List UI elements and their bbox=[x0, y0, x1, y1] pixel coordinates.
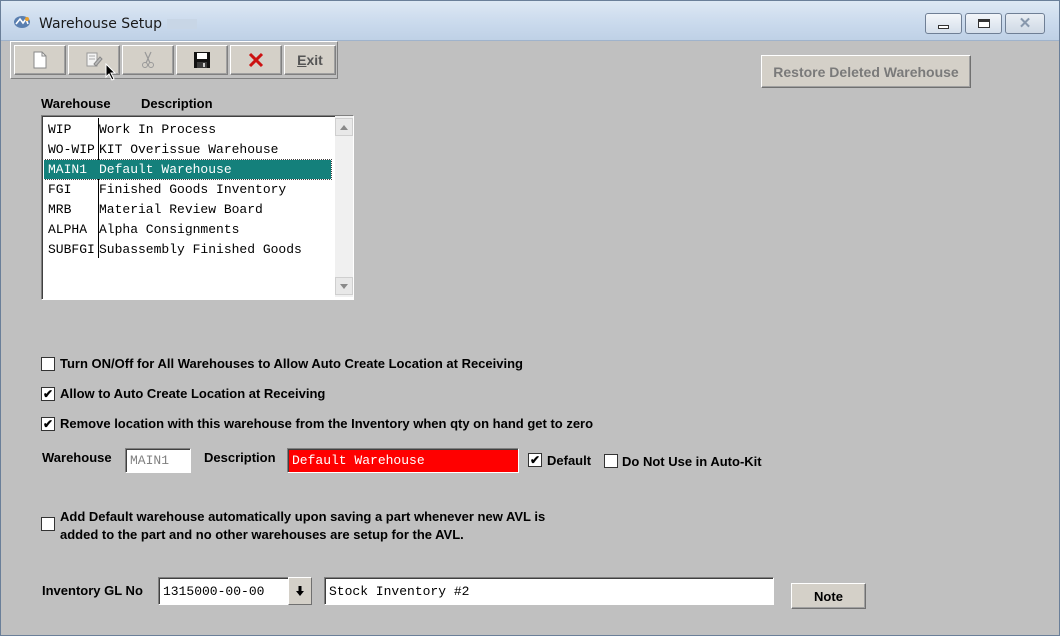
exit-label-mnemonic: E bbox=[297, 52, 307, 68]
window-title: Warehouse Setup bbox=[39, 16, 163, 32]
save-disk-icon bbox=[194, 52, 210, 68]
warehouse-code-field[interactable]: MAIN1 bbox=[125, 448, 191, 473]
warehouse-description: KIT Overissue Warehouse bbox=[99, 142, 279, 157]
app-logo-icon bbox=[14, 16, 30, 28]
allow-auto-create-label: Allow to Auto Create Location at Receivi… bbox=[60, 386, 326, 401]
default-label: Default bbox=[547, 453, 592, 468]
warehouse-list-row[interactable]: WO-WIP KIT Overissue Warehouse bbox=[44, 140, 331, 159]
warehouse-column-header: Warehouse bbox=[41, 96, 111, 111]
allow-auto-create-checkbox[interactable]: ✔ bbox=[41, 387, 55, 401]
title-placeholder bbox=[167, 19, 197, 29]
toolbar: Exit bbox=[10, 41, 338, 79]
description-field[interactable]: Default Warehouse bbox=[287, 448, 519, 473]
warehouse-description: Subassembly Finished Goods bbox=[99, 242, 302, 257]
mouse-pointer-icon bbox=[105, 63, 117, 81]
save-button[interactable] bbox=[176, 45, 228, 75]
warehouse-setup-window: Warehouse Setup ✕ E xit Restore Deleted … bbox=[0, 0, 1060, 636]
remove-location-label: Remove location with this warehouse from… bbox=[60, 416, 594, 431]
new-button[interactable] bbox=[14, 45, 66, 75]
description-column-header: Description bbox=[141, 96, 213, 111]
do-not-use-auto-kit-checkbox[interactable] bbox=[604, 454, 618, 468]
warehouse-list-items: WIP Work In Process WO-WIP KIT Overissue Wa… bbox=[44, 118, 333, 299]
warehouse-label: Warehouse bbox=[42, 450, 112, 465]
cut-button[interactable] bbox=[122, 45, 174, 75]
title-bar[interactable]: Warehouse Setup ✕ bbox=[1, 1, 1059, 41]
warehouse-description: Work In Process bbox=[99, 122, 217, 137]
arrow-down-icon bbox=[340, 283, 348, 289]
new-document-icon bbox=[33, 51, 47, 69]
scissors-icon bbox=[142, 51, 154, 68]
restore-deleted-warehouse-button[interactable]: Restore Deleted Warehouse bbox=[761, 55, 971, 88]
delete-x-icon bbox=[248, 52, 264, 68]
warehouse-list-row[interactable]: ALPHA Alpha Consignments bbox=[44, 220, 331, 239]
warehouse-list-row[interactable]: FGI Finished Goods Inventory bbox=[44, 180, 331, 199]
warehouse-description: Finished Goods Inventory bbox=[99, 182, 287, 197]
arrow-down-icon bbox=[296, 586, 304, 596]
warehouse-code: MRB bbox=[48, 202, 72, 217]
warehouse-description: Default Warehouse bbox=[99, 162, 232, 177]
exit-label: xit bbox=[306, 52, 323, 68]
add-default-warehouse-label-line2: added to the part and no other warehouse… bbox=[60, 527, 464, 542]
turn-on-off-all-label: Turn ON/Off for All Warehouses to Allow … bbox=[60, 356, 523, 371]
warehouse-code: WO-WIP bbox=[48, 142, 95, 157]
warehouse-code: SUBFGI bbox=[48, 242, 95, 257]
warehouse-list-row[interactable]: WIP Work In Process bbox=[44, 120, 331, 139]
warehouse-list-row[interactable]: MAIN1 Default Warehouse bbox=[44, 159, 332, 180]
exit-button[interactable]: Exit bbox=[284, 45, 336, 75]
scroll-down-button[interactable] bbox=[335, 277, 353, 295]
warehouse-list-row[interactable]: SUBFGI Subassembly Finished Goods bbox=[44, 240, 331, 259]
list-scrollbar[interactable] bbox=[335, 116, 353, 297]
warehouse-code: FGI bbox=[48, 182, 72, 197]
warehouse-code: MAIN1 bbox=[48, 162, 88, 177]
turn-on-off-all-checkbox[interactable] bbox=[41, 357, 55, 371]
default-checkbox[interactable]: ✔ bbox=[528, 453, 542, 467]
add-default-warehouse-label-line1: Add Default warehouse automatically upon… bbox=[60, 509, 546, 524]
add-default-warehouse-checkbox[interactable] bbox=[41, 517, 55, 531]
warehouse-list[interactable]: WIP Work In Process WO-WIP KIT Overissue Wa… bbox=[41, 115, 354, 300]
minimize-button[interactable] bbox=[925, 13, 962, 34]
minimize-icon bbox=[938, 24, 949, 29]
warehouse-code: ALPHA bbox=[48, 222, 88, 237]
maximize-icon bbox=[977, 19, 990, 28]
note-button[interactable]: Note bbox=[791, 583, 866, 609]
description-label: Description bbox=[204, 450, 276, 465]
scroll-up-button[interactable] bbox=[335, 118, 353, 136]
maximize-button[interactable] bbox=[965, 13, 1002, 34]
close-icon: ✕ bbox=[1018, 15, 1032, 32]
remove-location-checkbox[interactable]: ✔ bbox=[41, 417, 55, 431]
delete-button[interactable] bbox=[230, 45, 282, 75]
warehouse-code: WIP bbox=[48, 122, 72, 137]
gl-description-field[interactable]: Stock Inventory #2 bbox=[324, 577, 774, 605]
warehouse-list-row[interactable]: MRB Material Review Board bbox=[44, 200, 331, 219]
warehouse-description: Material Review Board bbox=[99, 202, 263, 217]
gl-dropdown-button[interactable] bbox=[288, 577, 312, 605]
warehouse-description: Alpha Consignments bbox=[99, 222, 240, 237]
edit-icon bbox=[86, 52, 103, 67]
inventory-gl-label: Inventory GL No bbox=[42, 583, 143, 598]
inventory-gl-number-field[interactable]: 1315000-00-00 bbox=[158, 577, 289, 605]
do-not-use-auto-kit-label: Do Not Use in Auto-Kit bbox=[622, 454, 762, 469]
arrow-up-icon bbox=[340, 124, 348, 130]
close-button[interactable]: ✕ bbox=[1005, 13, 1045, 34]
